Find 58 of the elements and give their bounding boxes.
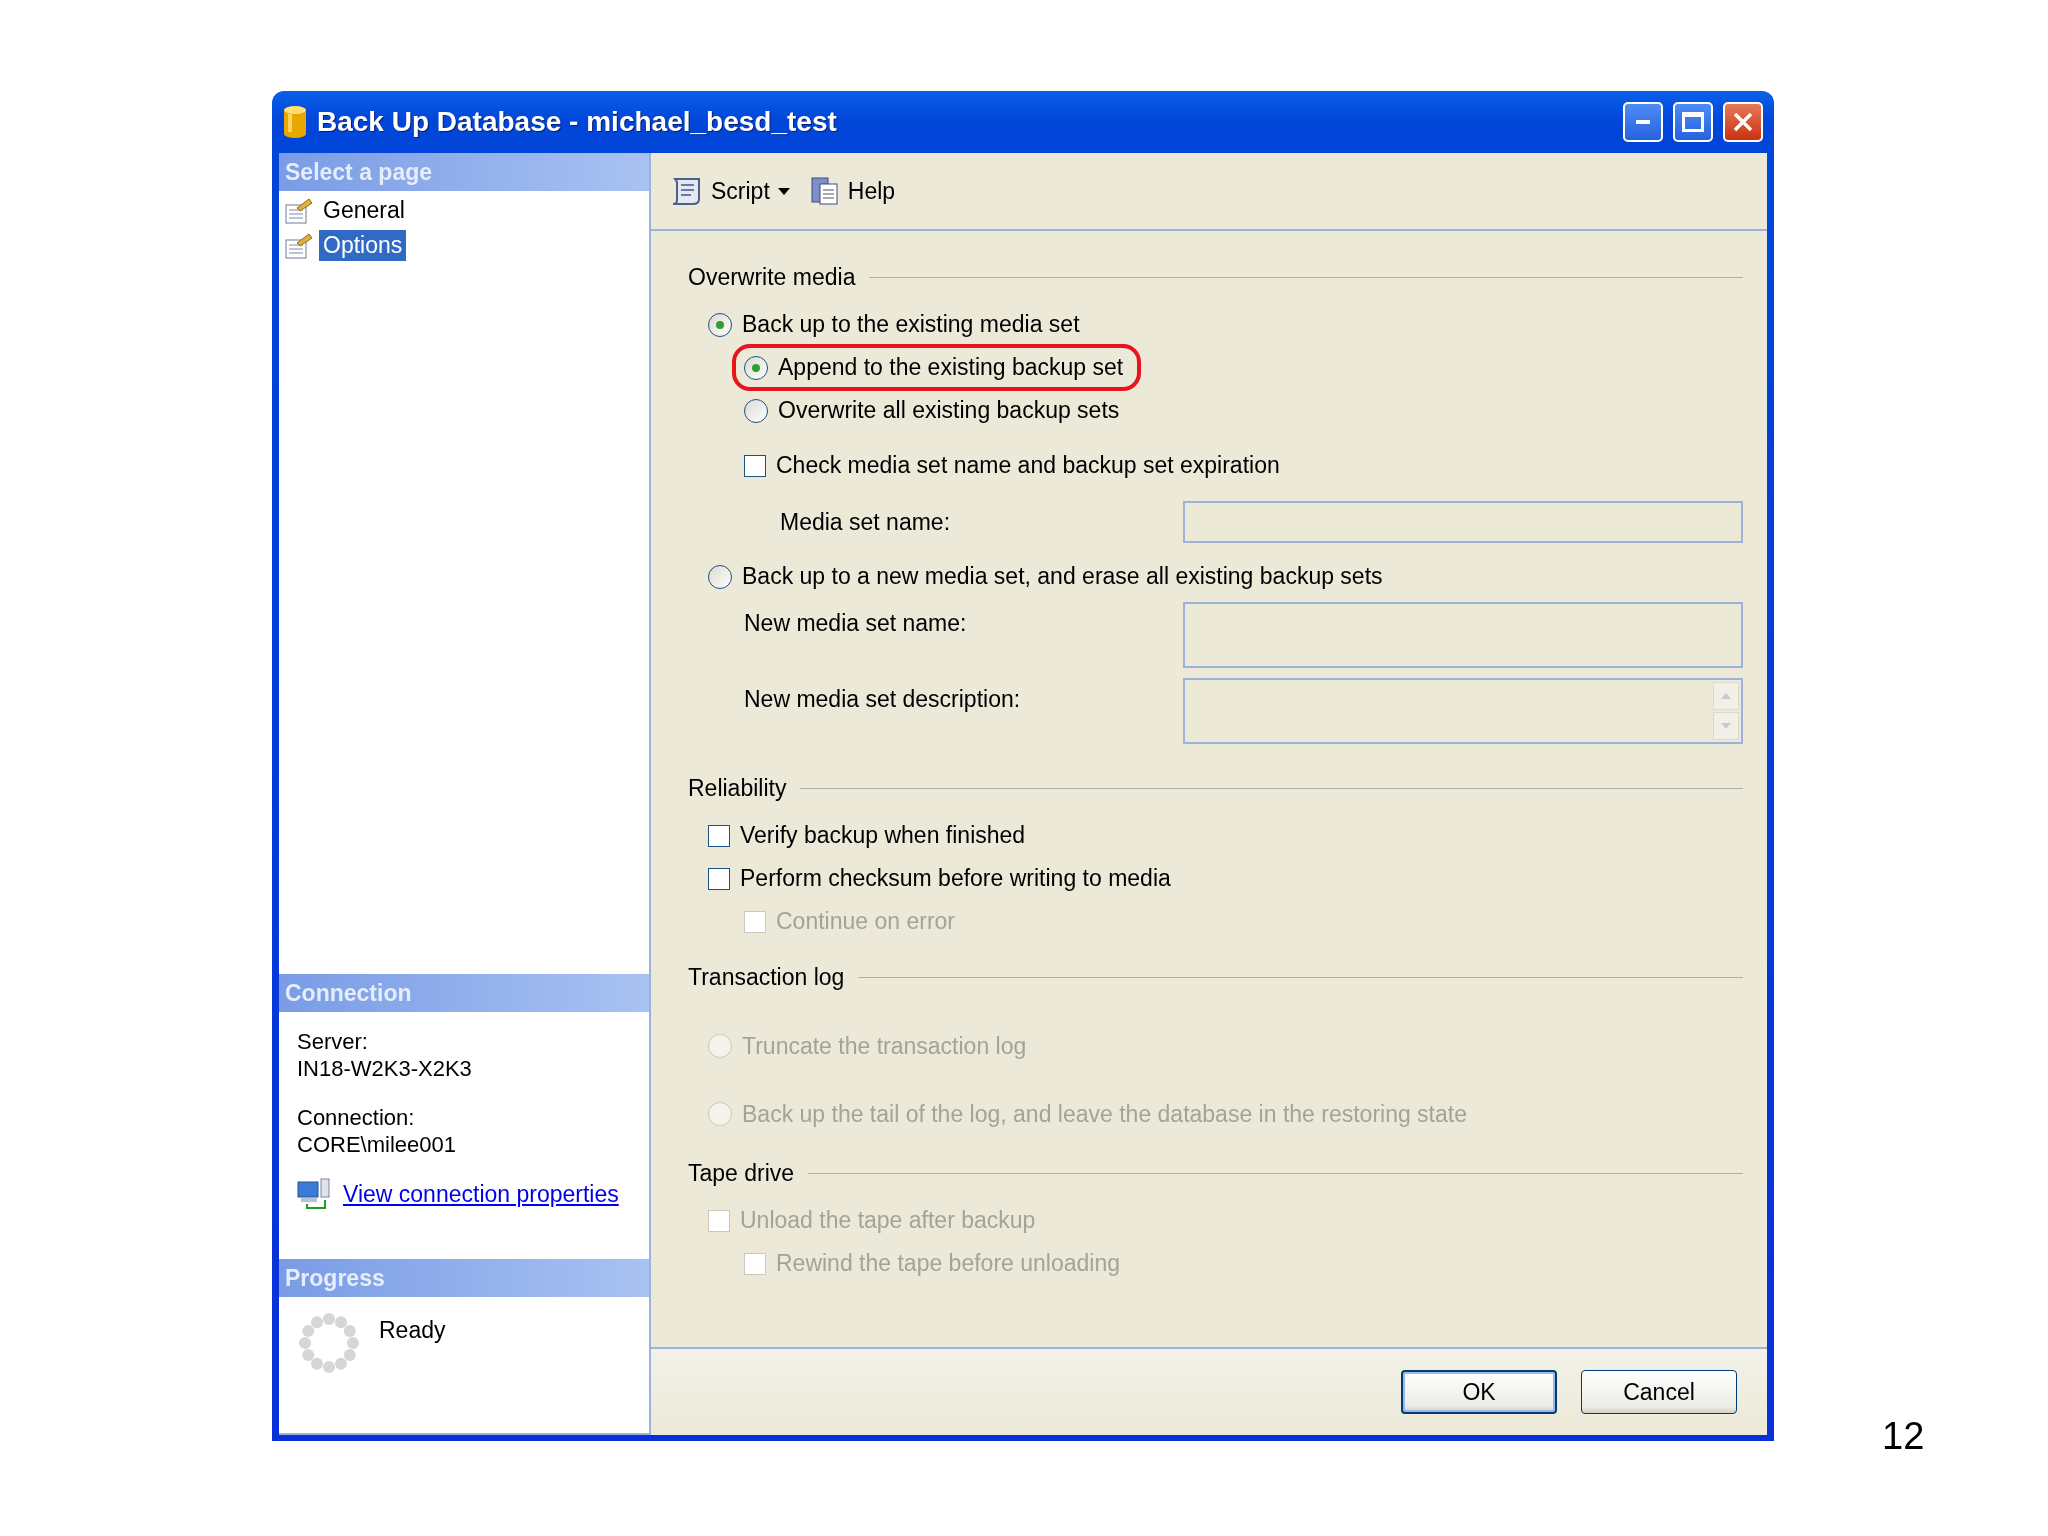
radio-button[interactable] [744,355,768,380]
script-button[interactable]: Script [665,172,794,210]
page-number: 12 [1882,1415,1925,1458]
group-title: Reliability [688,774,787,802]
section-header: Select a page [279,153,649,191]
dropdown-caret-icon [777,187,790,195]
connection-user: CORE\milee001 [297,1131,457,1158]
computer-icon [297,1178,331,1210]
server-label: Server: [297,1028,369,1055]
cancel-button[interactable]: Cancel [1581,1370,1737,1414]
field-label: Media set name: [780,508,952,536]
group-title: Overwrite media [688,263,856,291]
document-icon [809,176,840,206]
database-icon [283,106,307,138]
option-label: Unload the tape after backup [740,1207,1036,1234]
option-label: Back up the tail of the log, and leave the database in the restoring state [742,1100,1467,1128]
minimize-icon [1636,120,1650,124]
option-label: Verify backup when finished [740,822,1026,849]
maximize-icon [1682,112,1704,132]
group-title: Tape drive [688,1159,795,1187]
checkbox[interactable] [708,867,730,890]
option-label: Back up to a new media set, and erase all existing backup sets [742,563,1383,590]
progress-status: Ready [379,1317,446,1345]
server-name: IN18-W2K3-X2K3 [297,1055,473,1082]
page-icon [285,197,313,224]
minimize-button[interactable] [1623,102,1663,142]
field-label: New media set description: [744,685,1022,713]
option-label: Back up to the existing media set [742,311,1080,338]
page-item[interactable]: General [319,195,409,226]
option-label: Perform checksum before writing to media [740,865,1171,892]
checkbox[interactable] [708,824,730,847]
radio-button[interactable] [708,564,732,589]
option-label: Truncate the transaction log [742,1032,1027,1060]
help-button[interactable]: Help [805,172,900,210]
maximize-button[interactable] [1673,102,1713,142]
window-title: Back Up Database - michael_besd_test [317,106,838,138]
option-label: Append to the existing backup set [778,354,1124,381]
text-field[interactable] [1183,501,1743,543]
radio-button[interactable] [744,398,768,423]
field-label: New media set name: [744,609,968,637]
text-field[interactable] [1183,602,1743,668]
option-label: Check media set name and backup set expiration [776,452,1280,479]
page-icon [285,232,313,259]
ok-button[interactable]: OK [1401,1370,1557,1414]
option-label: Rewind the tape before unloading [776,1250,1120,1277]
checkbox[interactable] [744,454,766,477]
section-header: Progress [279,1259,649,1297]
close-icon [1733,112,1753,132]
section-header: Connection [279,974,649,1012]
connection-properties-link[interactable]: View connection properties [343,1180,619,1208]
radio-button[interactable] [708,312,732,337]
close-button[interactable] [1723,102,1763,142]
option-label: Overwrite all existing backup sets [778,397,1120,424]
page-item[interactable]: Options [319,230,407,261]
connection-label: Connection: [297,1104,416,1131]
group-title: Transaction log [688,963,845,991]
option-label: Continue on error [776,908,955,935]
progress-spinner-icon [297,1311,361,1375]
